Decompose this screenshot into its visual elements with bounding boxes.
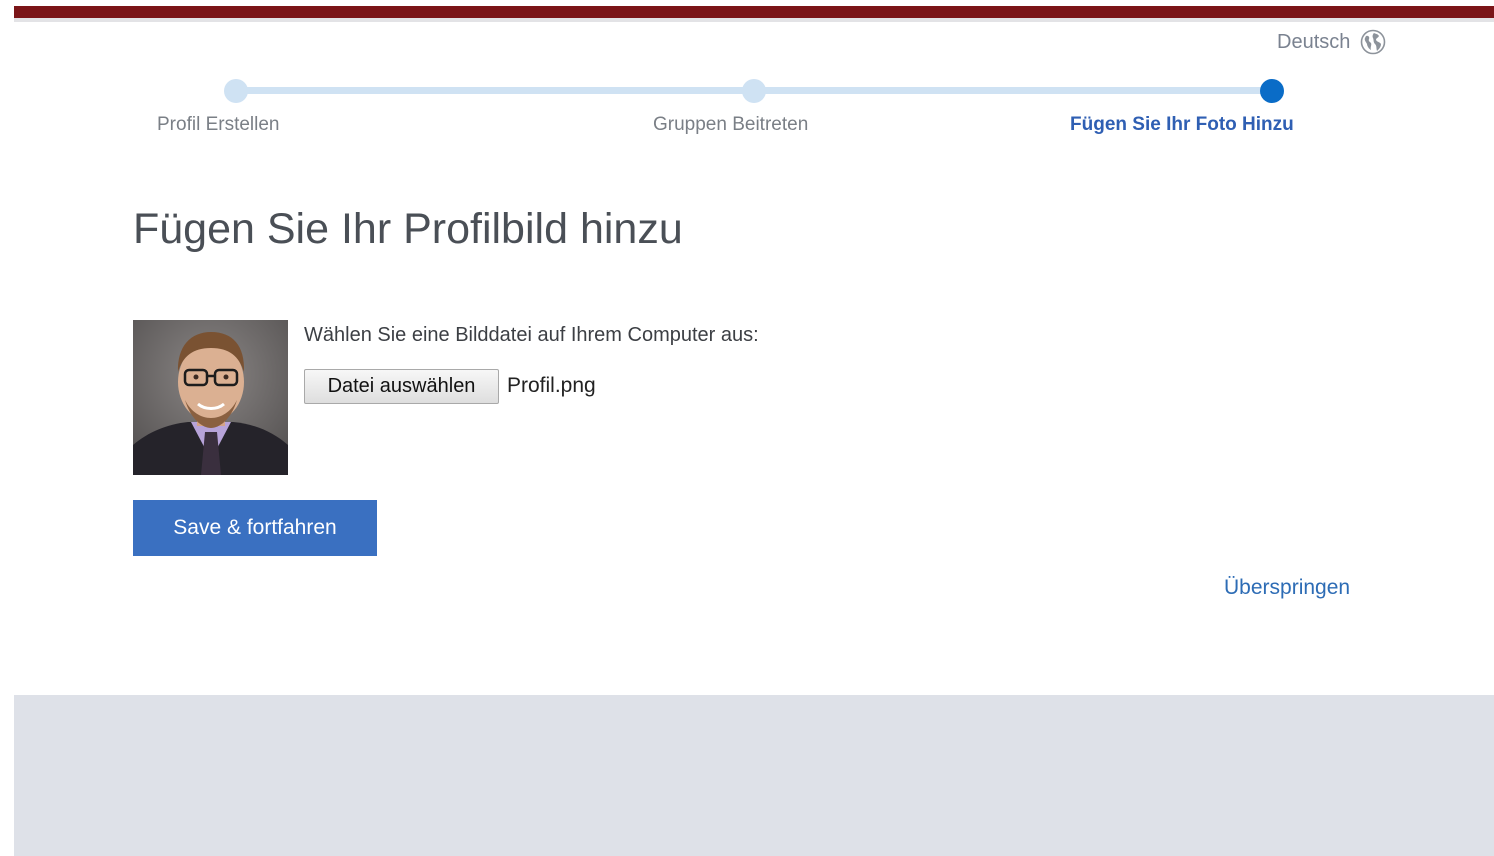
globe-icon[interactable]	[1360, 29, 1386, 55]
choose-file-button[interactable]: Datei auswählen	[304, 369, 499, 404]
step-label-profile: Profil Erstellen	[157, 114, 280, 135]
selected-file-name: Profil.png	[507, 374, 596, 397]
step-dot-profile	[224, 79, 248, 103]
left-margin	[0, 0, 14, 856]
save-continue-button[interactable]: Save & fortfahren	[133, 500, 377, 556]
page-title: Fügen Sie Ihr Profilbild hinzu	[133, 205, 683, 253]
file-instruction: Wählen Sie eine Bilddatei auf Ihrem Comp…	[304, 324, 759, 346]
page: Deutsch Profil Erstellen Gruppen Beitret…	[0, 0, 1494, 856]
step-dot-groups	[742, 79, 766, 103]
skip-link[interactable]: Überspringen	[1224, 576, 1350, 600]
footer	[14, 695, 1494, 856]
language-label[interactable]: Deutsch	[1277, 31, 1350, 54]
step-dot-photo	[1260, 79, 1284, 103]
top-bar-divider	[14, 18, 1494, 22]
language-selector[interactable]: Deutsch	[1277, 28, 1386, 56]
step-label-photo: Fügen Sie Ihr Foto Hinzu	[1070, 114, 1294, 135]
step-label-groups: Gruppen Beitreten	[653, 114, 809, 135]
profile-photo-preview	[133, 320, 288, 475]
top-brand-bar	[14, 6, 1494, 18]
